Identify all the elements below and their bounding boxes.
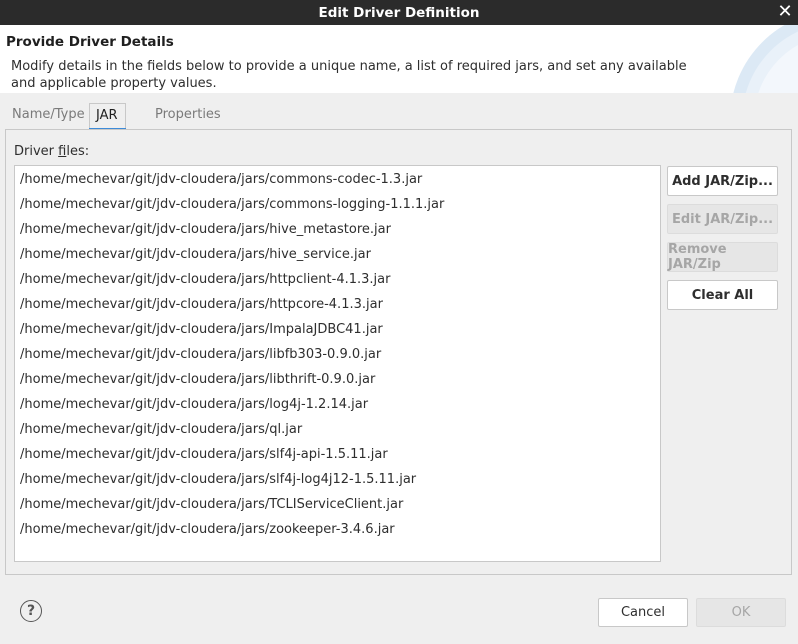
clear-all-button-label: Clear All	[691, 287, 754, 303]
list-item[interactable]: /home/mechevar/git/jdv-cloudera/jars/Imp…	[15, 317, 660, 342]
list-item[interactable]: /home/mechevar/git/jdv-cloudera/jars/hiv…	[15, 217, 660, 242]
remove-jar-button[interactable]: Remove JAR/Zip	[667, 242, 778, 272]
driver-files-label-prefix: Driver	[14, 144, 59, 159]
help-icon[interactable]: ?	[20, 600, 42, 622]
list-item[interactable]: /home/mechevar/git/jdv-cloudera/jars/htt…	[15, 292, 660, 317]
list-item[interactable]: /home/mechevar/git/jdv-cloudera/jars/ql.…	[15, 417, 660, 442]
header-message: Modify details in the fields below to pr…	[11, 59, 687, 91]
driver-files-list[interactable]: /home/mechevar/git/jdv-cloudera/jars/com…	[14, 165, 661, 562]
edit-jar-button[interactable]: Edit JAR/Zip...	[667, 204, 778, 234]
remove-jar-button-label: Remove JAR/Zip	[668, 242, 727, 272]
list-item[interactable]: /home/mechevar/git/jdv-cloudera/jars/com…	[15, 167, 660, 192]
list-item[interactable]: /home/mechevar/git/jdv-cloudera/jars/TCL…	[15, 492, 660, 517]
add-jar-button-label: Add JAR/Zip...	[672, 173, 773, 189]
add-jar-button[interactable]: Add JAR/Zip...	[667, 166, 778, 196]
wizard-banner-graphic	[733, 25, 798, 93]
dialog-header: Provide Driver Details Modify details in…	[0, 25, 798, 93]
list-item[interactable]: /home/mechevar/git/jdv-cloudera/jars/zoo…	[15, 517, 660, 542]
tab-properties[interactable]: Properties	[149, 103, 227, 127]
edit-jar-button-label: Edit JAR/Zip...	[671, 211, 774, 227]
list-item[interactable]: /home/mechevar/git/jdv-cloudera/jars/hiv…	[15, 242, 660, 267]
dialog-titlebar: Edit Driver Definition ✕	[0, 0, 798, 25]
list-item[interactable]: /home/mechevar/git/jdv-cloudera/jars/slf…	[15, 442, 660, 467]
header-title: Provide Driver Details	[6, 34, 174, 50]
tab-jar-list[interactable]: JAR List	[89, 103, 126, 147]
list-item[interactable]: /home/mechevar/git/jdv-cloudera/jars/lib…	[15, 367, 660, 392]
list-item[interactable]: /home/mechevar/git/jdv-cloudera/jars/htt…	[15, 267, 660, 292]
clear-all-button[interactable]: Clear All	[667, 280, 778, 310]
close-icon[interactable]: ✕	[776, 3, 794, 21]
list-item[interactable]: /home/mechevar/git/jdv-cloudera/jars/com…	[15, 192, 660, 217]
cancel-button[interactable]: Cancel	[598, 598, 688, 627]
list-item[interactable]: /home/mechevar/git/jdv-cloudera/jars/slf…	[15, 467, 660, 492]
driver-files-label-suffix: iles:	[66, 144, 90, 159]
dialog-title: Edit Driver Definition	[318, 4, 480, 21]
list-item[interactable]: /home/mechevar/git/jdv-cloudera/jars/lib…	[15, 342, 660, 367]
ok-button[interactable]: OK	[696, 598, 786, 627]
list-item[interactable]: /home/mechevar/git/jdv-cloudera/jars/log…	[15, 392, 660, 417]
tab-name-type[interactable]: Name/Type	[6, 103, 91, 127]
driver-files-label: Driver files:	[14, 144, 89, 159]
